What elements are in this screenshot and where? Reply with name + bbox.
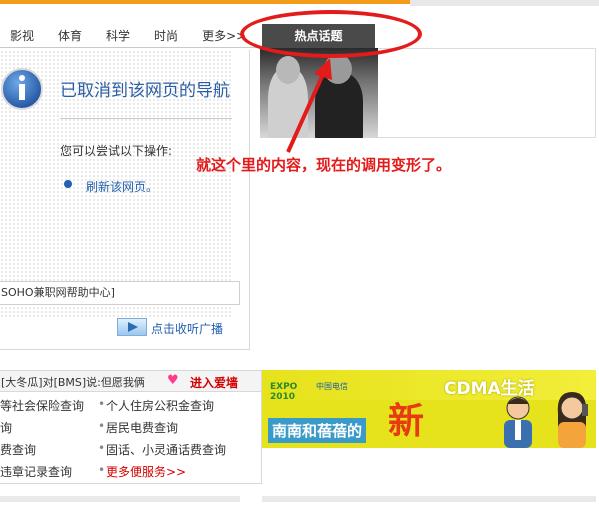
nav-item-film[interactable]: 影视 (10, 27, 34, 44)
annotation-text: 就这个里的内容，现在的调用变形了。 (196, 156, 452, 174)
nav-item-science[interactable]: 科学 (106, 27, 130, 44)
top-orange-bar (0, 0, 410, 4)
service-link[interactable]: 固话、小灵通话费查询 (98, 441, 226, 458)
page-title: 已取消到该网页的导航 (60, 81, 230, 101)
photo-person-right-head (324, 54, 352, 84)
love-wall-ticker: [大冬瓜]对[BMS]说:但愿我俩 ♥ 进入爱墙 (0, 370, 262, 392)
service-link[interactable]: 费查询 (0, 441, 36, 458)
expo-logo: EXPO 2010 (270, 382, 298, 402)
annotation-ellipse (240, 10, 422, 58)
category-nav: 影视 体育 科学 时尚 更多>> (0, 24, 262, 48)
divider (60, 118, 232, 119)
hot-topic-content-area (378, 48, 596, 138)
nav-item-fashion[interactable]: 时尚 (154, 27, 178, 44)
top-gray-bar (410, 0, 599, 6)
service-link[interactable]: 询 (0, 419, 12, 436)
ticker-message[interactable]: [大冬瓜]对[BMS]说:但愿我俩 (1, 374, 161, 390)
refresh-page-link[interactable]: 刷新该网页。 (86, 178, 158, 195)
bottom-scroll-bar-right (262, 496, 596, 502)
suggestion-heading: 您可以尝试以下操作: (60, 144, 173, 158)
soho-help-link[interactable]: SOHO兼职网帮助中心] (0, 281, 240, 305)
china-telecom-logo: 中国电信 (316, 382, 348, 391)
navigation-canceled-panel: 已取消到该网页的导航 您可以尝试以下操作: 刷新该网页。 (0, 50, 250, 350)
nav-item-sports[interactable]: 体育 (58, 27, 82, 44)
cdma-ad-banner[interactable]: EXPO 2010 中国电信 CDMA生活 新 南南和蓓蓓的 (262, 370, 596, 448)
banner-stripe (262, 370, 596, 400)
woman-illustration-icon (557, 392, 588, 448)
service-link[interactable]: 个人住房公积金查询 (98, 397, 214, 414)
play-icon[interactable] (117, 318, 147, 336)
service-link[interactable]: 居民电费查询 (98, 419, 178, 436)
bullet-icon (64, 180, 72, 188)
heart-icon: ♥ (167, 373, 179, 388)
enter-love-wall-link[interactable]: 进入爱墙 (190, 374, 238, 391)
top-strip (0, 0, 599, 6)
banner-slogan: 南南和蓓蓓的 (268, 418, 367, 443)
man-illustration-icon (504, 396, 532, 448)
more-services-link[interactable]: 更多便服务>> (98, 463, 186, 480)
service-link[interactable]: 违章记录查询 (0, 463, 72, 480)
service-link[interactable]: 等社会保险查询 (0, 397, 84, 414)
bottom-scroll-bar-left (0, 496, 240, 502)
banner-big-char: 新 (388, 400, 425, 442)
hot-topic-photo[interactable] (260, 48, 378, 138)
info-icon (0, 62, 44, 112)
photo-person-left-head (276, 56, 300, 84)
convenience-services: 等社会保险查询 询 费查询 违章记录查询 个人住房公积金查询 居民电费查询 固话… (0, 392, 262, 484)
listen-radio-link[interactable]: 点击收听广播 (151, 320, 223, 337)
